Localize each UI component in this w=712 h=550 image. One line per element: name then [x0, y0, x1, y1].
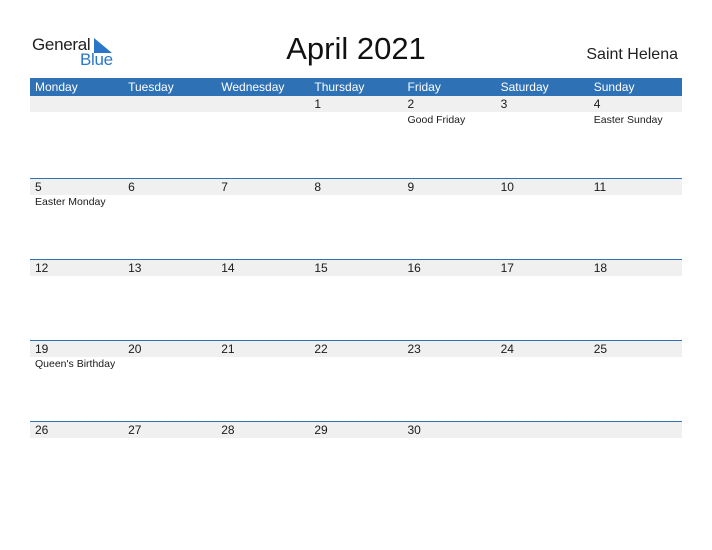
holiday-label: [589, 357, 682, 371]
day-number: 28: [221, 423, 235, 437]
holiday-queens-birthday: Queen's Birthday: [35, 358, 116, 370]
day-number: [30, 96, 123, 112]
day-number: 1: [314, 97, 322, 111]
date-row: 1 2 3 4: [30, 96, 682, 112]
day-number: 18: [593, 261, 608, 275]
day-number: 25: [593, 342, 608, 356]
week-row: 19 20 21 22 23 24 25 Queen's Birthday: [30, 340, 682, 422]
holiday-label: [496, 357, 589, 371]
day-number: 13: [128, 261, 142, 275]
week-row: 5 6 7 8 9 10 11 Easter Monday: [30, 178, 682, 260]
day-number: 9: [407, 180, 415, 194]
holiday-label: [309, 357, 402, 371]
holiday-label: [123, 113, 216, 127]
date-row: 26 27 28 29 30: [30, 422, 682, 438]
holiday-easter-sunday: Easter Sunday: [593, 114, 663, 126]
day-number: 15: [314, 261, 328, 275]
week-row: 26 27 28 29 30: [30, 421, 682, 503]
holiday-label: [496, 195, 589, 209]
region-label: Saint Helena: [586, 46, 678, 63]
holiday-row: Easter Monday: [30, 195, 682, 209]
holiday-label: [403, 357, 496, 371]
day-number: [589, 422, 682, 438]
day-number: 11: [593, 180, 607, 194]
holiday-label: [216, 195, 309, 209]
day-number: 30: [407, 423, 421, 437]
holiday-row: Good Friday Easter Sunday: [30, 113, 682, 127]
day-number: [123, 96, 216, 112]
holiday-label: [589, 195, 682, 209]
day-number: 7: [221, 180, 228, 194]
day-number: 24: [500, 342, 514, 356]
day-number: 19: [35, 342, 49, 356]
day-number: 14: [221, 261, 235, 275]
day-number: [496, 422, 589, 438]
day-number: 26: [35, 423, 49, 437]
date-row: 12 13 14 15 16 17 18: [30, 260, 682, 276]
day-number: 22: [314, 342, 328, 356]
holiday-row: Queen's Birthday: [30, 357, 682, 371]
day-number: 4: [593, 97, 601, 111]
week-row: 1 2 3 4 Good Friday Easter Sunday: [30, 78, 682, 159]
day-number: 29: [314, 423, 328, 437]
holiday-good-friday: Good Friday: [407, 114, 466, 126]
date-row: 19 20 21 22 23 24 25: [30, 341, 682, 357]
holiday-label: [309, 113, 402, 127]
day-number: 3: [500, 97, 508, 111]
day-number: 2: [407, 97, 415, 111]
date-row: 5 6 7 8 9 10 11: [30, 179, 682, 195]
holiday-label: [496, 113, 589, 127]
holiday-label: [123, 195, 216, 209]
day-number: 20: [128, 342, 142, 356]
day-number: 10: [500, 180, 514, 194]
holiday-label: [216, 357, 309, 371]
holiday-label: [309, 195, 402, 209]
week-row: 12 13 14 15 16 17 18: [30, 259, 682, 341]
day-number: 5: [35, 180, 42, 194]
holiday-label: [216, 113, 309, 127]
holiday-label: [403, 195, 496, 209]
day-number: 12: [35, 261, 49, 275]
holiday-label: [30, 113, 123, 127]
day-number: 17: [500, 261, 514, 275]
holiday-label: [123, 357, 216, 371]
day-number: [216, 96, 309, 112]
holiday-easter-monday: Easter Monday: [35, 196, 106, 208]
day-number: 21: [221, 342, 235, 356]
day-number: 23: [407, 342, 421, 356]
day-number: 6: [128, 180, 135, 194]
day-number: 16: [407, 261, 421, 275]
day-number: 27: [128, 423, 142, 437]
day-number: 8: [314, 180, 322, 194]
